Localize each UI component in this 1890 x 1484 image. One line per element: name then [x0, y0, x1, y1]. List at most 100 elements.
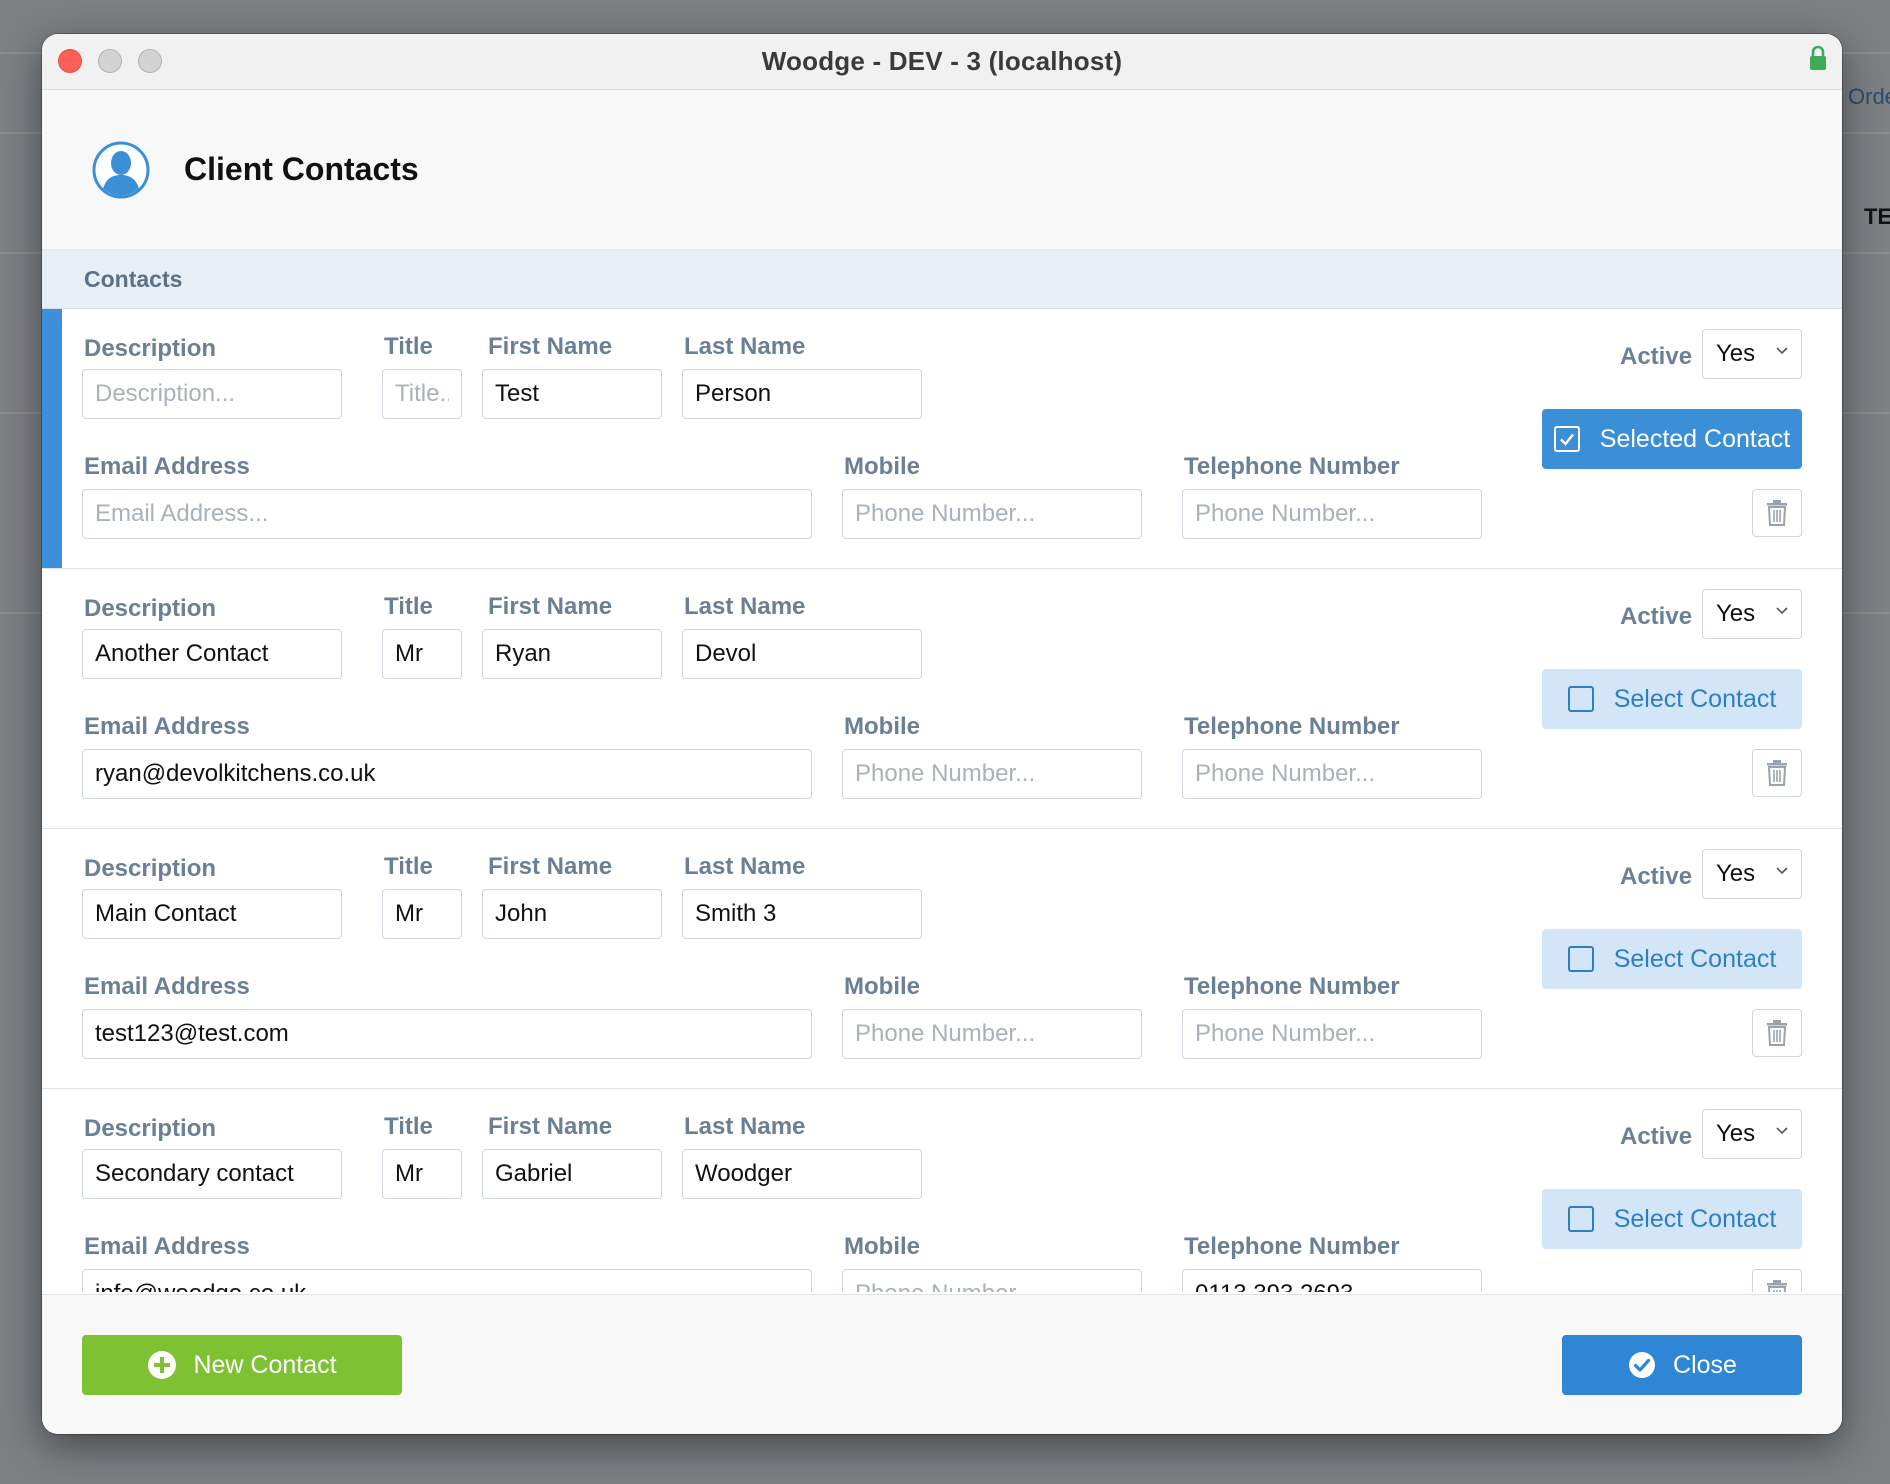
- title-label: Title: [384, 1113, 433, 1140]
- email-label: Email Address: [84, 973, 250, 1000]
- first-name-input[interactable]: [482, 369, 662, 419]
- description-input[interactable]: [82, 629, 342, 679]
- active-value: Yes: [1716, 1120, 1756, 1147]
- delete-contact-button[interactable]: [1752, 749, 1802, 797]
- telephone-label: Telephone Number: [1184, 1233, 1400, 1260]
- last-name-label: Last Name: [684, 853, 806, 880]
- checkbox: [1567, 686, 1594, 712]
- title-label: Title: [384, 853, 433, 880]
- last-name-label: Last Name: [684, 1113, 806, 1140]
- first-name-input[interactable]: [482, 1149, 662, 1199]
- title-input[interactable]: [382, 369, 462, 419]
- dialog-header: Client Contacts: [42, 90, 1842, 250]
- active-label: Active: [1620, 863, 1693, 890]
- telephone-label: Telephone Number: [1184, 453, 1400, 480]
- new-contact-button[interactable]: New Contact: [82, 1335, 402, 1395]
- zoom-window-button[interactable]: [138, 49, 162, 73]
- description-input[interactable]: [82, 369, 342, 419]
- lock-icon: [1810, 45, 1826, 70]
- last-name-input[interactable]: [682, 1149, 922, 1199]
- select-contact-button[interactable]: Select Contact: [1542, 929, 1802, 989]
- mobile-input[interactable]: [842, 489, 1142, 539]
- trash-icon: [1767, 1280, 1787, 1292]
- active-label: Active: [1620, 343, 1693, 370]
- last-name-input[interactable]: [682, 629, 922, 679]
- chevron-down-icon: [1776, 867, 1788, 875]
- contacts-list[interactable]: Description Title First Name Last Name A…: [42, 309, 1842, 1292]
- window-controls: [58, 49, 162, 73]
- title-input[interactable]: [382, 889, 462, 939]
- minimize-window-button[interactable]: [98, 49, 122, 73]
- close-label: Close: [1673, 1350, 1737, 1379]
- trash-icon: [1767, 760, 1787, 786]
- telephone-input[interactable]: [1182, 749, 1482, 799]
- first-name-label: First Name: [488, 333, 613, 360]
- select-contact-label: Select Contact: [1613, 684, 1777, 713]
- email-input[interactable]: [82, 1009, 812, 1059]
- select-contact-label: Select Contact: [1613, 944, 1777, 973]
- telephone-input[interactable]: [1182, 1009, 1482, 1059]
- active-select[interactable]: Yes: [1702, 329, 1802, 379]
- description-input[interactable]: [82, 889, 342, 939]
- description-input[interactable]: [82, 1149, 342, 1199]
- telephone-input[interactable]: [1182, 489, 1482, 539]
- email-label: Email Address: [84, 713, 250, 740]
- chevron-down-icon: [1776, 347, 1788, 355]
- last-name-input[interactable]: [682, 369, 922, 419]
- active-select[interactable]: Yes: [1702, 1109, 1802, 1159]
- bg-orders-link: Orde: [1848, 84, 1890, 109]
- select-contact-label: Select Contact: [1613, 1204, 1777, 1233]
- last-name-label: Last Name: [684, 593, 806, 620]
- last-name-input[interactable]: [682, 889, 922, 939]
- mobile-input[interactable]: [842, 749, 1142, 799]
- close-button[interactable]: Close: [1562, 1335, 1802, 1395]
- delete-contact-button[interactable]: [1752, 1269, 1802, 1292]
- delete-contact-button[interactable]: [1752, 489, 1802, 537]
- user-avatar-icon: [92, 141, 150, 198]
- email-label: Email Address: [84, 453, 250, 480]
- mobile-label: Mobile: [844, 453, 920, 480]
- window-title: Woodge - DEV - 3 (localhost): [761, 46, 1123, 76]
- bg-bold-text: TE: [1864, 204, 1890, 229]
- title-input[interactable]: [382, 629, 462, 679]
- first-name-input[interactable]: [482, 629, 662, 679]
- description-label: Description: [84, 335, 217, 362]
- mobile-input[interactable]: [842, 1009, 1142, 1059]
- select-contact-button[interactable]: Select Contact: [1542, 1189, 1802, 1249]
- telephone-label: Telephone Number: [1184, 713, 1400, 740]
- contact-card: Description Title First Name Last Name A…: [42, 1089, 1842, 1292]
- mobile-label: Mobile: [844, 973, 920, 1000]
- active-label: Active: [1620, 1123, 1693, 1150]
- email-input[interactable]: [82, 1269, 812, 1292]
- email-input[interactable]: [82, 749, 812, 799]
- chevron-down-icon: [1776, 607, 1788, 615]
- first-name-input[interactable]: [482, 889, 662, 939]
- checkbox: [1553, 426, 1580, 452]
- page-title: Client Contacts: [184, 151, 419, 187]
- mobile-label: Mobile: [844, 713, 920, 740]
- close-window-button[interactable]: [58, 49, 82, 73]
- active-select[interactable]: Yes: [1702, 849, 1802, 899]
- telephone-input[interactable]: [1182, 1269, 1482, 1292]
- last-name-label: Last Name: [684, 333, 806, 360]
- chevron-down-icon: [1776, 1127, 1788, 1135]
- description-label: Description: [84, 855, 217, 882]
- title-label: Title: [384, 333, 433, 360]
- checkbox: [1567, 946, 1594, 972]
- active-select[interactable]: Yes: [1702, 589, 1802, 639]
- email-input[interactable]: [82, 489, 812, 539]
- dialog-footer: New Contact Close: [42, 1294, 1842, 1434]
- select-contact-label: Selected Contact: [1599, 424, 1791, 453]
- title-label: Title: [384, 593, 433, 620]
- contact-card: Description Title First Name Last Name A…: [42, 829, 1842, 1089]
- trash-icon: [1767, 500, 1787, 526]
- title-bar: Woodge - DEV - 3 (localhost): [42, 34, 1842, 90]
- mobile-input[interactable]: [842, 1269, 1142, 1292]
- telephone-label: Telephone Number: [1184, 973, 1400, 1000]
- select-contact-button[interactable]: Select Contact: [1542, 669, 1802, 729]
- title-input[interactable]: [382, 1149, 462, 1199]
- select-contact-button[interactable]: Selected Contact: [1542, 409, 1802, 469]
- contacts-section-header: Contacts: [42, 250, 1842, 309]
- client-contacts-dialog: Woodge - DEV - 3 (localhost) Client Cont…: [42, 34, 1842, 1434]
- delete-contact-button[interactable]: [1752, 1009, 1802, 1057]
